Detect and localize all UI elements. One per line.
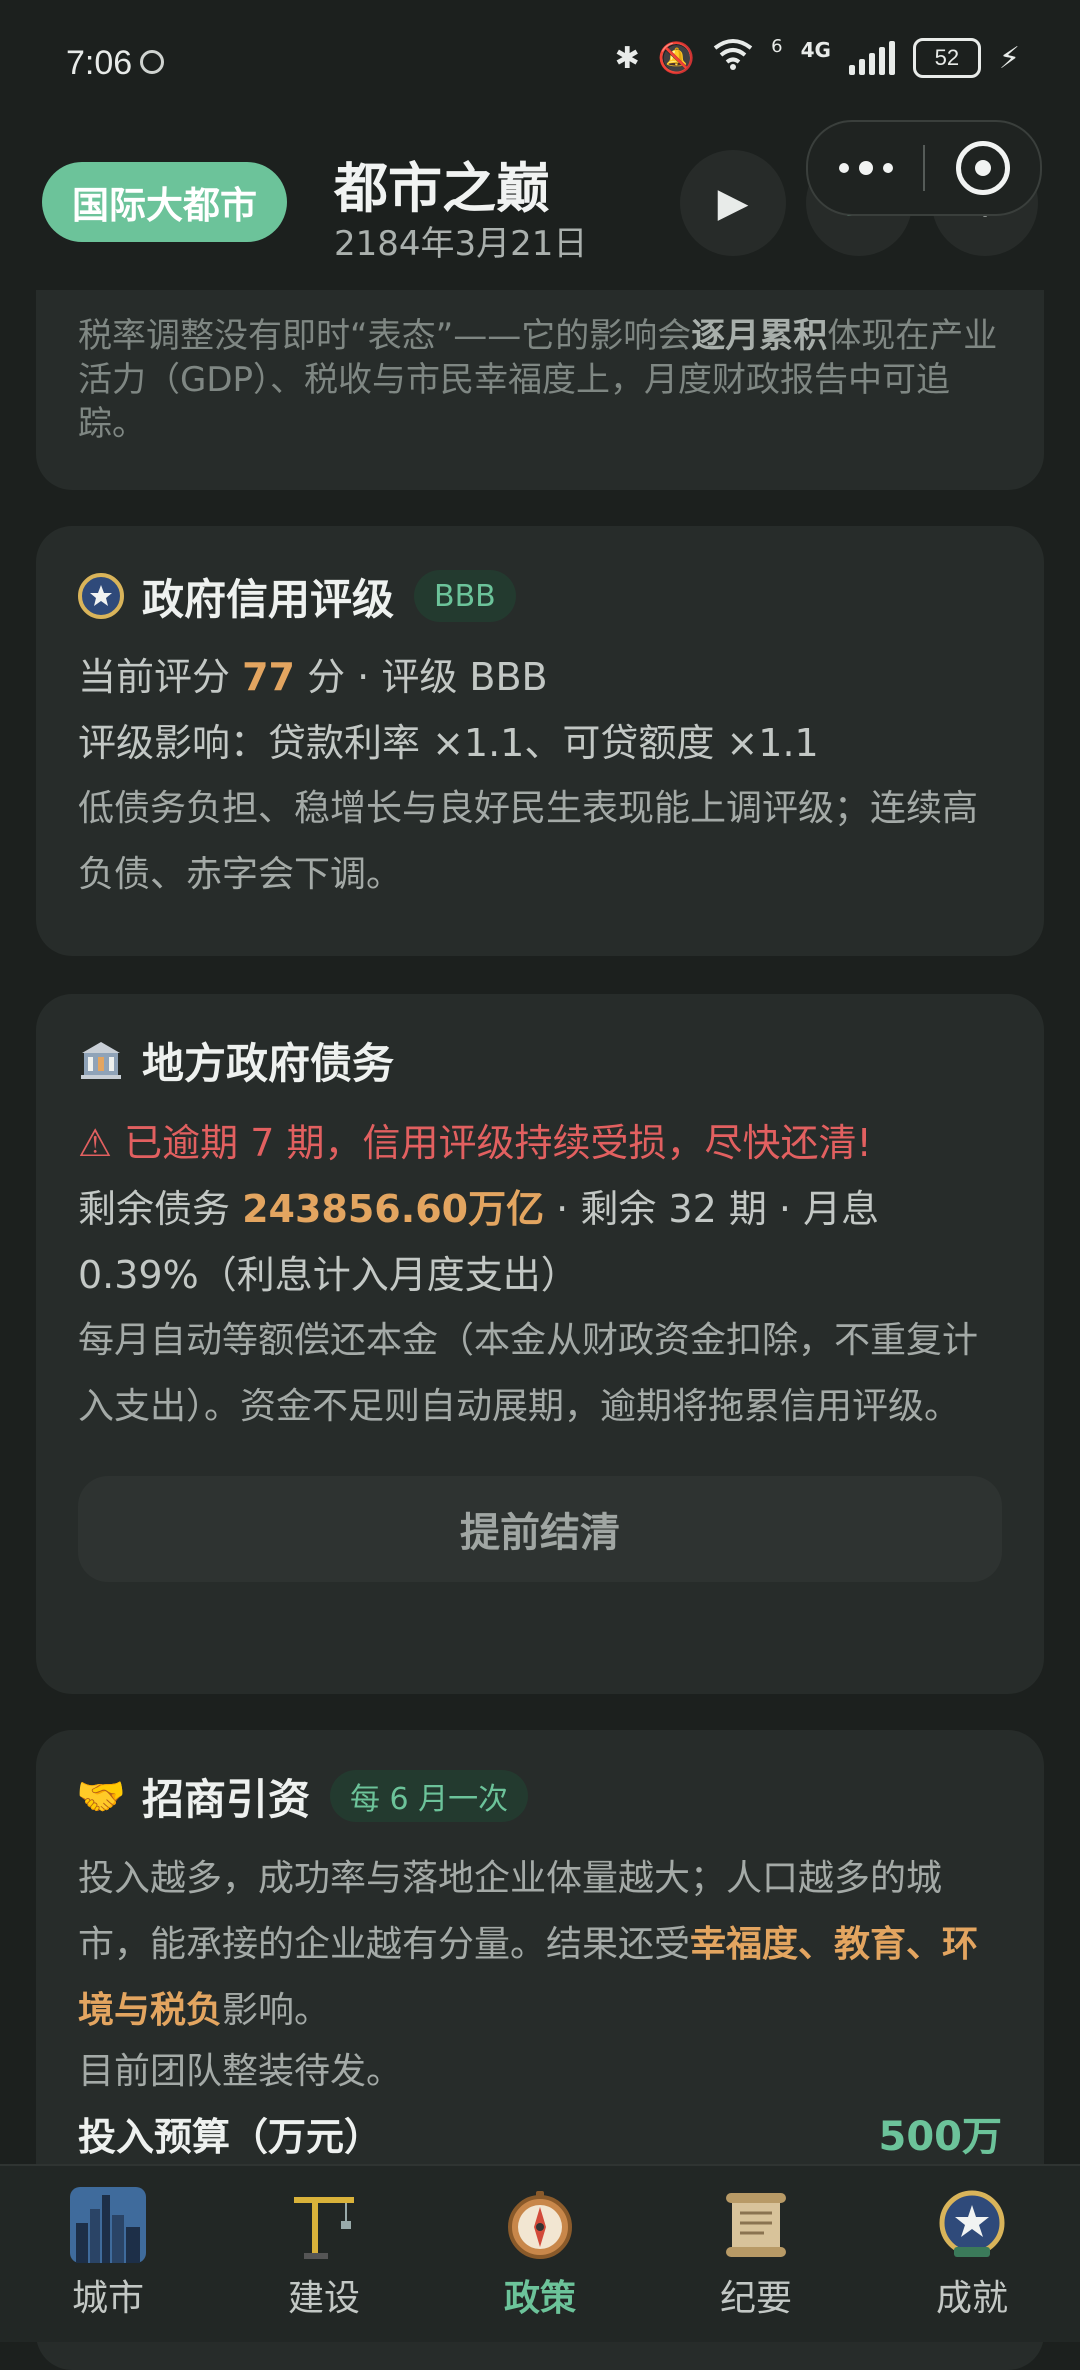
invest-title-row: 🤝 招商引资 每 6 月一次	[76, 1766, 1002, 1826]
crane-icon	[286, 2187, 362, 2263]
status-icons: ✱ 🔕 6 4G 52 ⚡	[614, 35, 1020, 78]
nav-label-memo: 纪要	[719, 2278, 792, 2319]
game-header: 国际大都市 都市之巅 2184年3月21日 ▶ 4x ⚙	[0, 120, 1080, 290]
debt-description: 每月自动等额偿还本金（本金从财政资金扣除，不重复计入支出）。资金不足则自动展期，…	[78, 1320, 979, 1427]
scroll-icon	[718, 2187, 794, 2263]
nav-label-build: 建设	[287, 2278, 360, 2319]
credit-score-line: 当前评分 77 分 · 评级 BBB	[78, 655, 548, 699]
game-date: 2184年3月21日	[334, 224, 588, 264]
credit-title: 政府信用评级	[142, 574, 395, 624]
game-title: 都市之巅	[334, 157, 550, 220]
debt-card: 地方政府债务 ⚠ 已逾期 7 期，信用评级持续受损，尽快还清! 剩余债务 243…	[36, 994, 1044, 1694]
status-time: 7:06	[66, 44, 133, 82]
target-icon	[955, 141, 1010, 195]
nav-item-build[interactable]: 建设	[216, 2166, 432, 2342]
government-building-icon	[78, 1037, 124, 1083]
budget-label: 投入预算（万元）	[78, 2114, 383, 2159]
miniprogram-capsule	[806, 120, 1042, 216]
play-button[interactable]: ▶	[680, 150, 786, 256]
credit-rating-card: 政府信用评级 BBB 当前评分 77 分 · 评级 BBB 评级影响：贷款利率 …	[36, 526, 1044, 956]
budget-row: 投入预算（万元） 500万	[78, 2100, 1002, 2166]
compass-icon	[502, 2187, 578, 2263]
nav-label-city: 城市	[71, 2278, 144, 2319]
credit-title-row: 政府信用评级 BBB	[78, 566, 1002, 626]
credit-score: 77	[242, 655, 295, 699]
nav-item-achievements[interactable]: 成就	[864, 2166, 1080, 2342]
credit-impact: 评级影响：贷款利率 ×1.1、可贷额度 ×1.1	[78, 721, 819, 765]
shield-badge-icon	[78, 573, 124, 619]
play-icon: ▶	[717, 180, 749, 226]
nav-item-memo[interactable]: 纪要	[648, 2166, 864, 2342]
bluetooth-icon: ✱	[614, 40, 640, 76]
city-skyline-icon	[70, 2187, 146, 2263]
invest-status: 目前团队整装待发。	[78, 2051, 403, 2092]
bottom-nav: 城市 建设 政策 纪要 成就	[0, 2164, 1080, 2342]
nav-label-achievements: 成就	[935, 2278, 1008, 2319]
debt-title-row: 地方政府债务	[78, 1030, 1002, 1090]
nav-label-policy: 政策	[503, 2278, 576, 2319]
invest-frequency-badge: 每 6 月一次	[330, 1770, 529, 1822]
invest-title: 招商引资	[142, 1774, 311, 1824]
city-type-badge: 国际大都市	[42, 162, 287, 242]
close-miniprogram-button[interactable]	[925, 141, 1040, 195]
status-bar: 7:06 ✱ 🔕 6 4G 52 ⚡	[0, 0, 1080, 120]
debt-overdue-warning: ⚠ 已逾期 7 期，信用评级持续受损，尽快还清!	[78, 1121, 872, 1165]
invest-description: 投入越多，成功率与落地企业体量越大；人口越多的城市，能承接的企业越有分量。结果还…	[78, 1858, 979, 2031]
handshake-icon: 🤝	[76, 1773, 126, 1820]
achievement-badge-icon	[934, 2187, 1010, 2263]
charging-icon: ⚡	[998, 40, 1020, 76]
credit-description: 低债务负担、稳增长与良好民生表现能上调评级；连续高负债、赤字会下调。	[78, 788, 979, 895]
network-type: 4G	[800, 38, 831, 62]
wifi-generation: 6	[771, 35, 783, 57]
nav-item-city[interactable]: 城市	[0, 2166, 216, 2342]
battery-icon: 52	[912, 38, 981, 78]
rating-badge: BBB	[414, 570, 516, 622]
debt-title: 地方政府债务	[142, 1038, 395, 1088]
notification-dot-icon	[140, 50, 164, 74]
more-menu-button[interactable]	[808, 161, 923, 175]
tax-note-text: 税率调整没有即时“表态”——它的影响会逐月累积体现在产业活力（GDP）、税收与市…	[78, 316, 998, 444]
budget-value: 500万	[878, 2114, 1003, 2160]
early-payoff-button[interactable]: 提前结清	[78, 1476, 1002, 1582]
mute-bell-icon: 🔕	[657, 40, 696, 76]
nav-item-policy[interactable]: 政策	[432, 2166, 648, 2342]
debt-remaining-amount: 243856.60万亿	[242, 1187, 545, 1231]
tax-note-card: 税率调整没有即时“表态”——它的影响会逐月累积体现在产业活力（GDP）、税收与市…	[36, 290, 1044, 490]
signal-icon	[848, 41, 895, 75]
debt-remaining-line: 剩余债务 243856.60万亿 · 剩余 32 期 · 月息 0.39%（利息…	[78, 1187, 880, 1297]
wifi-icon	[713, 38, 753, 78]
